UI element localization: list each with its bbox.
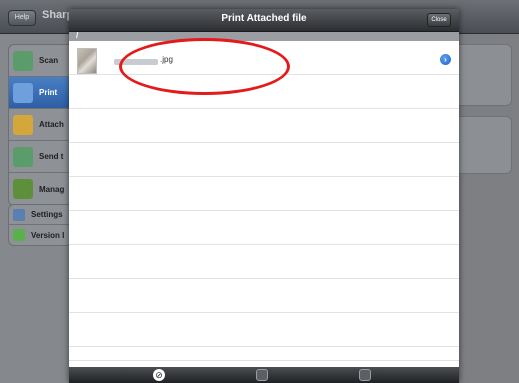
sidebar-item-label: Manag (39, 184, 65, 194)
image-thumbnail-icon (77, 48, 97, 74)
list-item (69, 279, 459, 313)
sidebar-item-label: Attach (39, 120, 64, 129)
scanner-icon (13, 50, 33, 71)
sidebar-item-label: Version I (31, 230, 65, 240)
envelope-icon (13, 114, 33, 135)
file-list: .jpg › (69, 41, 459, 361)
path-bar: / (69, 31, 459, 41)
red-highlight-ellipse (119, 38, 290, 95)
print-attached-file-modal: Print Attached file Close / .jpg › (69, 9, 459, 383)
send-icon (13, 146, 33, 167)
background-card (452, 116, 512, 174)
gear-icon (13, 208, 25, 221)
manage-icon (13, 179, 33, 199)
info-icon (13, 229, 25, 241)
list-item (69, 245, 459, 279)
list-item (69, 177, 459, 211)
printer-icon (13, 82, 33, 103)
print-icon[interactable] (256, 369, 268, 381)
bottom-toolbar: ⊘ (69, 367, 459, 383)
current-path: / (76, 31, 79, 40)
sidebar-item-label: Send t (39, 152, 64, 161)
compass-icon[interactable]: ⊘ (153, 369, 165, 381)
sidebar-item-label: Settings (31, 210, 63, 219)
list-item (69, 143, 459, 177)
disclosure-arrow-icon[interactable]: › (440, 54, 451, 65)
list-item (69, 109, 459, 143)
sidebar-item-label: Scan (39, 56, 59, 65)
sidebar-item-label: Print (39, 88, 58, 97)
modal-nav-bar: Print Attached file Close (69, 9, 459, 32)
close-button[interactable]: Close (427, 13, 451, 27)
background-card (452, 44, 512, 106)
list-item (69, 313, 459, 347)
list-item (69, 211, 459, 245)
list-item (69, 347, 459, 361)
folder-icon[interactable] (359, 369, 371, 381)
modal-title: Print Attached file (221, 13, 307, 24)
help-button[interactable]: Help (8, 10, 36, 26)
